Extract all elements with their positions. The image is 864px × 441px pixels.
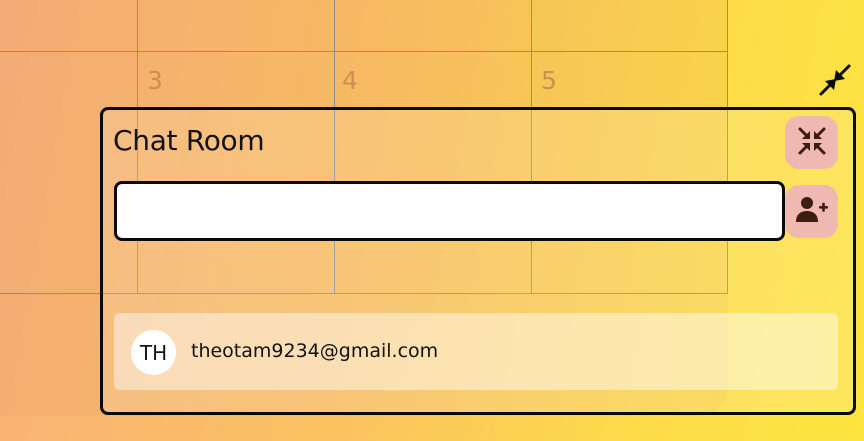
add-member-button[interactable] [785, 185, 838, 238]
collapse-arrows-icon [797, 126, 827, 160]
avatar: TH [131, 330, 176, 375]
minimize-arrows-icon[interactable] [818, 63, 852, 97]
user-plus-icon [795, 196, 828, 228]
chat-room-title: Chat Room [113, 124, 265, 157]
member-email: theotam9234@gmail.com [191, 340, 439, 362]
add-member-input[interactable] [114, 181, 785, 241]
calendar-day-3[interactable]: 3 [147, 66, 163, 95]
collapse-button[interactable] [785, 116, 838, 169]
calendar-day-4[interactable]: 4 [342, 66, 358, 95]
calendar-day-5[interactable]: 5 [541, 66, 557, 95]
grid-line [0, 51, 728, 52]
